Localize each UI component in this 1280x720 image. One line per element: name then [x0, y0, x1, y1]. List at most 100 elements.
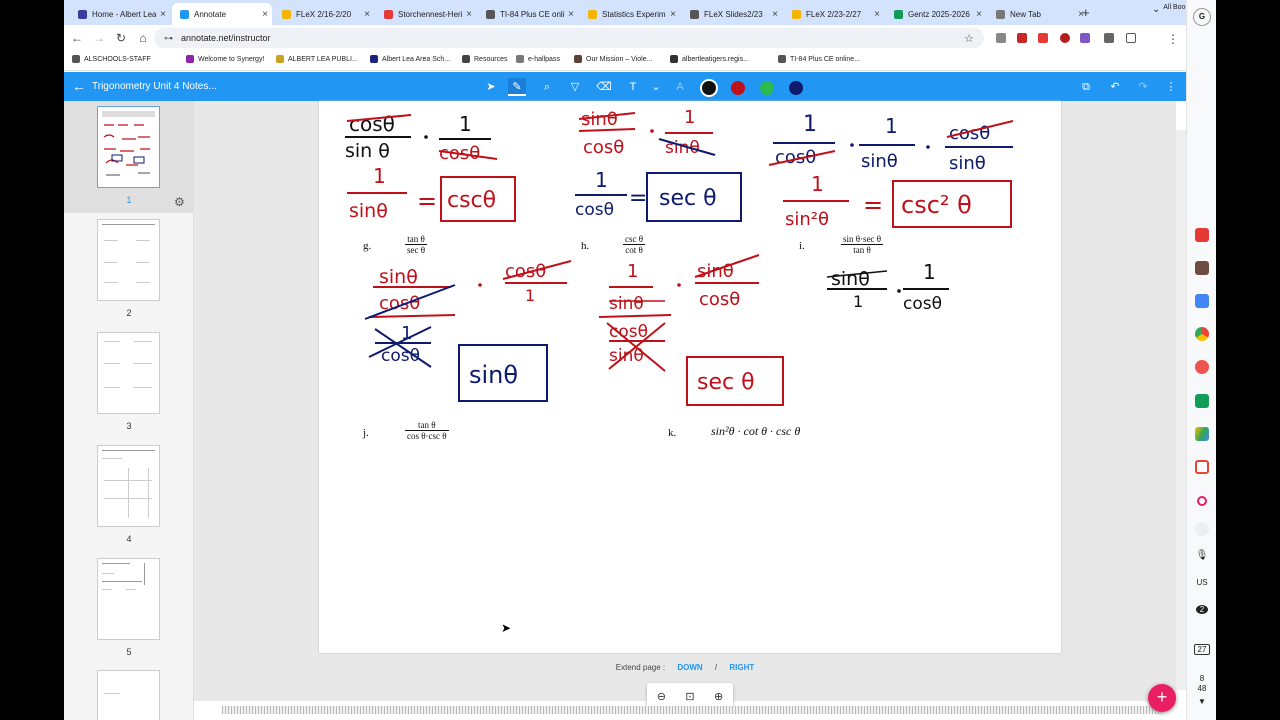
- calendar-date[interactable]: 27: [1194, 644, 1210, 655]
- bookmark-item[interactable]: Welcome to Synergy!: [186, 55, 264, 63]
- site-info-icon[interactable]: ⊶: [164, 33, 173, 44]
- handwriting-layer: cosθ sin θ 1 cosθ 1 sinθ = cscθ sinθ cos…: [345, 107, 1014, 406]
- browser-tab[interactable]: TI-84 Plus CE onli ×: [478, 3, 578, 25]
- browser-tab[interactable]: Home - Albert Lea ×: [70, 3, 170, 25]
- bookmark-item[interactable]: Resources: [462, 55, 507, 63]
- mic-icon[interactable]: 🎙: [1187, 550, 1217, 561]
- browser-tab[interactable]: Gentz 2025-2026 ×: [886, 3, 986, 25]
- extensions-puzzle-icon[interactable]: [1104, 33, 1114, 43]
- docs-icon[interactable]: [1195, 294, 1209, 308]
- app-icon[interactable]: [1195, 261, 1209, 275]
- screen-record-icon[interactable]: [1197, 496, 1207, 506]
- back-arrow-icon[interactable]: ←: [72, 78, 86, 94]
- text-size-icon[interactable]: A: [671, 78, 689, 96]
- extension-icon[interactable]: [1080, 33, 1090, 43]
- extend-down-link[interactable]: DOWN: [677, 663, 702, 672]
- tab-close-icon[interactable]: ×: [768, 9, 782, 20]
- problem-k-expression: sin²θ · cot θ · csc θ: [711, 424, 801, 438]
- classroom-icon[interactable]: [1195, 394, 1209, 408]
- menu-icon[interactable]: ⋮: [1162, 32, 1184, 46]
- address-bar[interactable]: ⊶ annotate.net/instructor ☆: [154, 28, 984, 48]
- page-thumbnail[interactable]: [97, 445, 160, 527]
- zoom-out-icon[interactable]: ⊖: [657, 690, 666, 703]
- youtube-icon[interactable]: [1195, 228, 1209, 242]
- bookmark-star-icon[interactable]: ☆: [964, 32, 974, 45]
- chrome-icon[interactable]: [1195, 327, 1209, 341]
- bookmark-item[interactable]: ALBERT LEA PUBLI...: [276, 55, 358, 63]
- tab-close-icon[interactable]: ×: [972, 9, 986, 20]
- notification-badge[interactable]: 2: [1196, 605, 1208, 614]
- page-thumbnail[interactable]: [97, 106, 160, 188]
- color-black-swatch[interactable]: [702, 81, 716, 95]
- page-thumbnail[interactable]: [97, 219, 160, 301]
- tab-close-icon[interactable]: ×: [156, 9, 170, 20]
- page-thumbnail[interactable]: [97, 332, 160, 414]
- tab-close-icon[interactable]: ×: [666, 9, 680, 20]
- text-tool-icon[interactable]: T: [624, 78, 642, 96]
- bookmark-item[interactable]: Albert Lea Area Sch...: [370, 55, 450, 63]
- annotation-canvas[interactable]: cosθ sin θ 1 cosθ 1 sinθ = cscθ sinθ cos…: [194, 101, 1176, 709]
- tab-favicon-icon: [894, 9, 903, 19]
- highlighter-tool-icon[interactable]: ⌕: [538, 78, 556, 96]
- worksheet-page[interactable]: cosθ sin θ 1 cosθ 1 sinθ = cscθ sinθ cos…: [319, 101, 1061, 653]
- add-fab-button[interactable]: +: [1148, 684, 1176, 712]
- wifi-icon[interactable]: ▼: [1187, 697, 1217, 706]
- more-menu-icon[interactable]: ⋮: [1162, 78, 1180, 96]
- zoom-in-icon[interactable]: ⊕: [714, 690, 723, 703]
- bookmark-label: e-hallpass: [528, 55, 560, 63]
- new-tab-button[interactable]: +: [1082, 5, 1090, 20]
- browser-tab[interactable]: Statistics Experim ×: [580, 3, 680, 25]
- eraser-tool-icon[interactable]: ⌫: [595, 78, 613, 96]
- tab-close-icon[interactable]: ×: [564, 9, 578, 20]
- zoom-fit-icon[interactable]: ⊡: [685, 690, 694, 703]
- bookmark-item[interactable]: ALSCHOOLS-STAFF: [72, 55, 151, 63]
- page-thumbnail[interactable]: [97, 558, 160, 640]
- marker-tool-icon[interactable]: ▽: [566, 78, 584, 96]
- browser-tab[interactable]: FLeX 2/16-2/20 ×: [274, 3, 374, 25]
- side-panel-icon[interactable]: [1126, 33, 1136, 43]
- bookmark-item[interactable]: Our Mission – Viole...: [574, 55, 652, 63]
- page-thumbnail[interactable]: [97, 670, 160, 720]
- tab-close-icon[interactable]: ×: [870, 9, 884, 20]
- app-icon[interactable]: [1195, 360, 1209, 374]
- extension-icon[interactable]: [996, 33, 1006, 43]
- reload-icon[interactable]: ↻: [110, 31, 132, 45]
- tab-close-icon[interactable]: ×: [258, 9, 272, 20]
- tab-close-icon[interactable]: ×: [462, 9, 476, 20]
- select-tool-icon[interactable]: ➤: [482, 78, 500, 96]
- bookmark-item[interactable]: TI-84 Plus CE online...: [778, 55, 860, 63]
- bookmark-item[interactable]: albertleatigers.regis...: [670, 55, 749, 63]
- browser-tab[interactable]: FLeX Slides2/23 ×: [682, 3, 782, 25]
- color-green-swatch[interactable]: [760, 81, 774, 95]
- bookmark-item[interactable]: e-hallpass: [516, 55, 560, 63]
- app-icon[interactable]: [1195, 522, 1209, 536]
- horizontal-scrollbar[interactable]: [222, 706, 1162, 714]
- browser-tab[interactable]: Storchennest-Heri ×: [376, 3, 476, 25]
- browser-tab[interactable]: FLeX 2/23-2/27 ×: [784, 3, 884, 25]
- profile-avatar[interactable]: G: [1193, 8, 1211, 26]
- gmail-icon[interactable]: [1195, 460, 1209, 474]
- extension-icon[interactable]: [1038, 33, 1048, 43]
- gear-icon[interactable]: ⚙: [174, 195, 185, 209]
- tab-search-icon[interactable]: ⌄: [1152, 4, 1160, 15]
- undo-icon[interactable]: ↶: [1106, 78, 1124, 96]
- extension-icon[interactable]: [1060, 33, 1070, 43]
- present-icon[interactable]: ⧉: [1077, 78, 1095, 96]
- drive-icon[interactable]: [1195, 427, 1209, 441]
- region-indicator[interactable]: US: [1187, 578, 1217, 587]
- forward-icon[interactable]: →: [88, 31, 110, 45]
- problem-g-label: g.: [363, 240, 372, 252]
- pen-tool-icon[interactable]: ✎: [508, 78, 526, 96]
- back-icon[interactable]: ←: [66, 31, 88, 45]
- browser-tab[interactable]: Annotate ×: [172, 3, 272, 25]
- home-icon[interactable]: ⌂: [132, 31, 154, 45]
- extend-right-link[interactable]: RIGHT: [729, 663, 754, 672]
- redo-icon[interactable]: ↷: [1134, 78, 1152, 96]
- tab-close-icon[interactable]: ×: [360, 9, 374, 20]
- browser-tab[interactable]: New Tab ×: [988, 3, 1088, 25]
- vertical-scrollbar[interactable]: [1176, 130, 1186, 690]
- color-red-swatch[interactable]: [731, 81, 745, 95]
- extension-icon[interactable]: [1017, 33, 1027, 43]
- color-navy-swatch[interactable]: [789, 81, 803, 95]
- dropdown-chevron-icon[interactable]: ⌄: [647, 78, 665, 96]
